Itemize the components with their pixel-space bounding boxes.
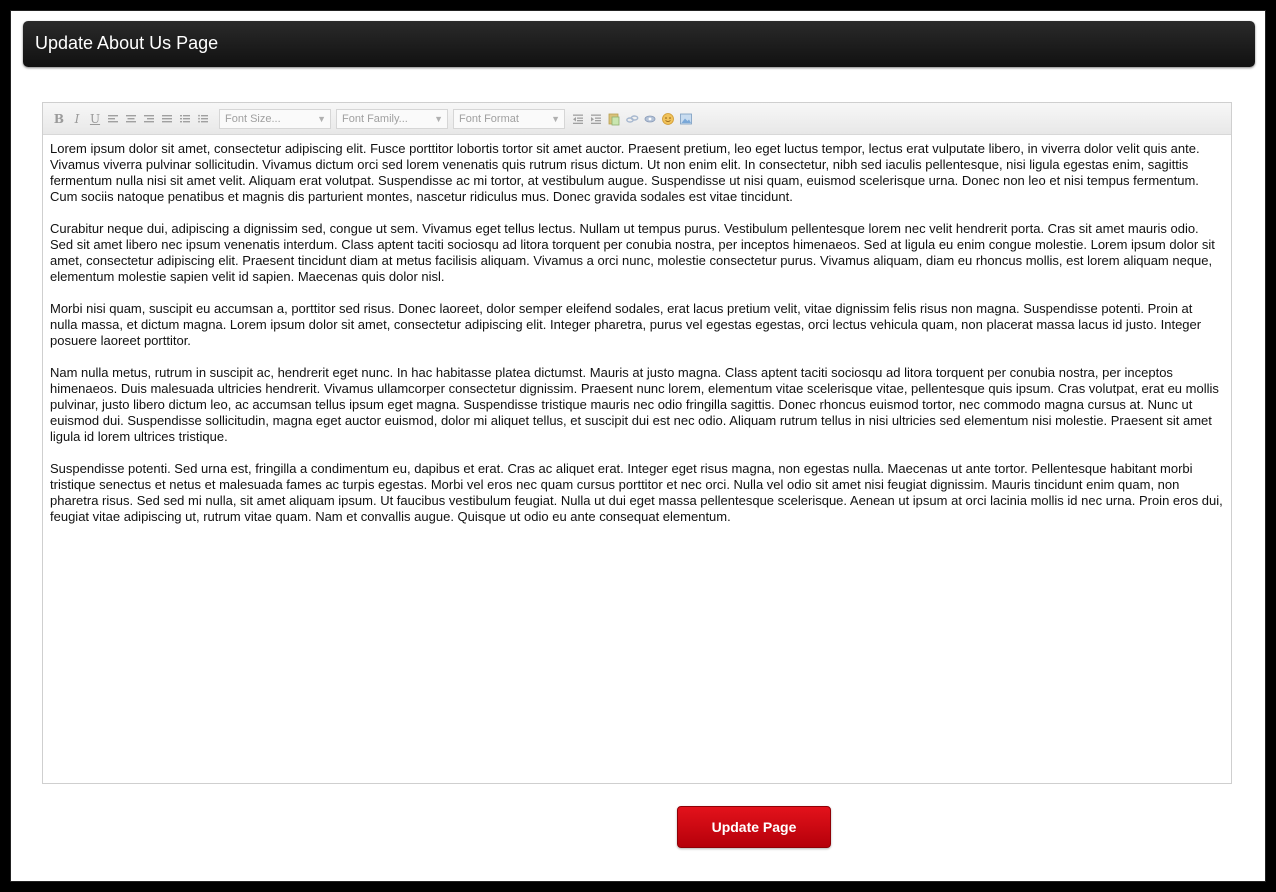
link-icon[interactable]: [624, 110, 640, 128]
page-title: Update About Us Page: [35, 33, 219, 53]
font-format-select[interactable]: Font Format ▼: [453, 108, 565, 129]
content-paragraph: Curabitur neque dui, adipiscing a dignis…: [50, 221, 1215, 284]
chevron-down-icon: ▼: [317, 113, 326, 124]
editor-toolbar: B I U Font Size... ▼ Font Family... ▼ Fo…: [43, 103, 1231, 135]
page-frame: Update About Us Page B I U Font Size... …: [10, 10, 1266, 882]
editor-content[interactable]: Lorem ipsum dolor sit amet, consectetur …: [43, 135, 1231, 525]
unordered-list-icon[interactable]: [195, 110, 211, 128]
indent-icon[interactable]: [588, 110, 604, 128]
content-paragraph: Nam nulla metus, rutrum in suscipit ac, …: [50, 365, 1219, 444]
align-right-icon[interactable]: [141, 110, 157, 128]
content-paragraph: Lorem ipsum dolor sit amet, consectetur …: [50, 141, 1200, 204]
paste-icon[interactable]: [606, 110, 622, 128]
align-center-icon[interactable]: [123, 110, 139, 128]
outdent-icon[interactable]: [570, 110, 586, 128]
update-page-button[interactable]: Update Page: [677, 806, 831, 848]
ordered-list-icon[interactable]: [177, 110, 193, 128]
chevron-down-icon: ▼: [434, 113, 443, 124]
font-family-select[interactable]: Font Family... ▼: [336, 108, 448, 129]
image-icon[interactable]: [678, 110, 694, 128]
emoticon-icon[interactable]: [660, 110, 676, 128]
align-justify-icon[interactable]: [159, 110, 175, 128]
underline-icon[interactable]: U: [87, 110, 103, 128]
chevron-down-icon: ▼: [551, 113, 560, 124]
rich-text-editor[interactable]: B I U Font Size... ▼ Font Family... ▼ Fo…: [42, 102, 1232, 784]
bold-icon[interactable]: B: [51, 110, 67, 128]
unlink-icon[interactable]: [642, 110, 658, 128]
font-family-label: Font Family...: [342, 112, 408, 125]
content-paragraph: Suspendisse potenti. Sed urna est, fring…: [50, 461, 1223, 524]
font-size-label: Font Size...: [225, 112, 281, 125]
page-header: Update About Us Page: [23, 21, 1255, 67]
content-paragraph: Morbi nisi quam, suscipit eu accumsan a,…: [50, 301, 1202, 348]
italic-icon[interactable]: I: [69, 110, 85, 128]
font-format-label: Font Format: [459, 112, 519, 125]
font-size-select[interactable]: Font Size... ▼: [219, 108, 331, 129]
align-left-icon[interactable]: [105, 110, 121, 128]
